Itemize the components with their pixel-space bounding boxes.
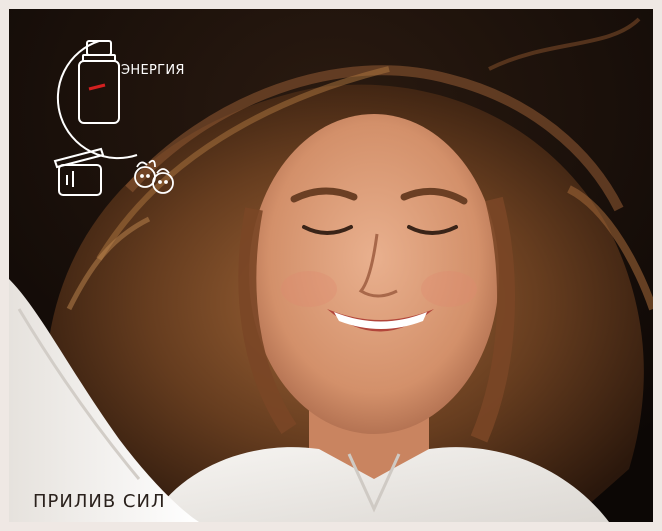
caption-title: ПРИЛИВ СИЛ xyxy=(33,491,166,512)
oil-bottle-icon xyxy=(78,40,120,124)
diffuser-icon xyxy=(53,147,105,196)
hero-photo: ЭНЕРГИЯ ПРИЛИВ СИЛ xyxy=(9,9,653,522)
energy-badge xyxy=(53,40,174,196)
kids-faces-icon xyxy=(134,159,174,194)
page-frame: ЭНЕРГИЯ ПРИЛИВ СИЛ xyxy=(0,0,662,531)
badge-ring xyxy=(56,40,138,160)
badge-label: ЭНЕРГИЯ xyxy=(121,63,185,78)
